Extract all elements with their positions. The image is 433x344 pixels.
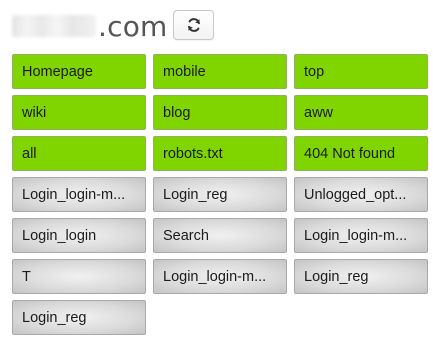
page-tile[interactable]: T (12, 259, 146, 294)
page-tile[interactable]: blog (153, 95, 287, 130)
page-tile[interactable]: Login_reg (12, 300, 146, 335)
page-tile[interactable]: mobile (153, 54, 287, 89)
page-tile[interactable]: Login_login-m... (12, 177, 146, 212)
page-tile[interactable]: Login_login (12, 218, 146, 253)
page-tile[interactable]: all (12, 136, 146, 171)
page-tile[interactable]: aww (294, 95, 428, 130)
page-tile[interactable]: Login_reg (153, 177, 287, 212)
page-tile[interactable]: Login_login-m... (294, 218, 428, 253)
page-tile[interactable]: top (294, 54, 428, 89)
site-header: .com (12, 8, 168, 44)
redacted-domain-name (12, 15, 96, 37)
page-tile[interactable]: wiki (12, 95, 146, 130)
refresh-icon (186, 17, 202, 33)
page-tile-grid: Homepage mobile top wiki blog aww all ro… (12, 54, 428, 335)
page-tile[interactable]: 404 Not found (294, 136, 428, 171)
page-tile[interactable]: Unlogged_opt... (294, 177, 428, 212)
domain-suffix: .com (98, 9, 168, 43)
page-tile[interactable]: Search (153, 218, 287, 253)
page-tile[interactable]: Login_reg (294, 259, 428, 294)
page-tile[interactable]: Homepage (12, 54, 146, 89)
page-tile[interactable]: Login_login-m... (153, 259, 287, 294)
refresh-button[interactable] (173, 10, 214, 40)
site-domain: .com (12, 10, 168, 43)
page-tile[interactable]: robots.txt (153, 136, 287, 171)
